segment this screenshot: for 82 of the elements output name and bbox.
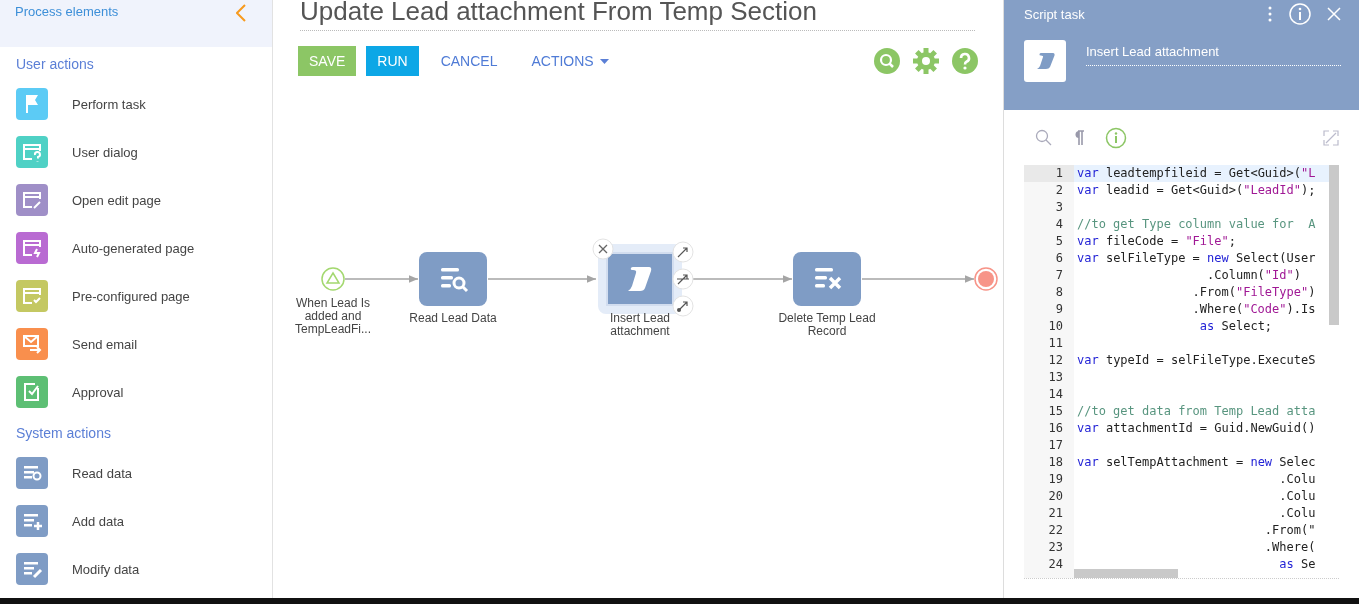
code-line: as Se	[1278, 556, 1317, 573]
element-item[interactable]: Add data	[0, 497, 272, 545]
line-number: 22	[1047, 522, 1064, 539]
code-line: .Where(	[1263, 539, 1317, 556]
element-item[interactable]: Auto-generated page	[0, 224, 272, 272]
close-icon[interactable]	[592, 238, 614, 260]
line-number: 21	[1047, 505, 1064, 522]
code-line: var fileCode = "File";	[1076, 233, 1237, 250]
line-number: 16	[1047, 420, 1064, 437]
line-number: 17	[1047, 437, 1064, 454]
line-number: 19	[1047, 471, 1064, 488]
line-number: 14	[1047, 386, 1064, 403]
line-number: 24	[1047, 556, 1064, 573]
element-item[interactable]: User dialog	[0, 128, 272, 176]
line-number: 8	[1054, 284, 1064, 301]
scroll-icon	[1024, 40, 1066, 82]
code-line: .From("	[1263, 522, 1317, 539]
node-label: Read Lead Data	[408, 312, 498, 325]
expand-icon[interactable]	[1323, 130, 1339, 146]
line-number: 6	[1054, 250, 1064, 267]
toolbar-button[interactable]: CANCEL	[428, 46, 510, 76]
more-icon[interactable]	[1267, 6, 1273, 22]
code-line: .Colu	[1278, 505, 1317, 522]
line-number: 10	[1047, 318, 1064, 335]
start-event-icon[interactable]	[321, 267, 345, 291]
code-line: .Column("Id")	[1206, 267, 1302, 284]
scrollbar[interactable]	[1329, 165, 1339, 325]
collapse-icon[interactable]	[236, 4, 246, 22]
info-icon[interactable]	[1105, 127, 1127, 149]
read-task[interactable]	[419, 252, 487, 306]
scrollbar[interactable]	[1074, 569, 1178, 578]
line-number: 4	[1054, 216, 1064, 233]
pilcrow-icon[interactable]	[1073, 130, 1085, 146]
line-number: 7	[1054, 267, 1064, 284]
node-label: Insert Lead attachment	[608, 312, 671, 338]
line-number: 23	[1047, 539, 1064, 556]
element-item[interactable]: Pre-configured page	[0, 272, 272, 320]
code-line: var typeId = selFileType.ExecuteS	[1076, 352, 1317, 369]
node-label: Delete Temp Lead Record	[777, 312, 877, 338]
element-item[interactable]: Approval	[0, 368, 272, 416]
element-item[interactable]: Perform task	[0, 80, 272, 128]
help-icon[interactable]	[952, 48, 978, 74]
section-heading: System actions	[16, 425, 112, 441]
line-number: 20	[1047, 488, 1064, 505]
node-label: When Lead Is added and TempLeadFi...	[293, 297, 372, 336]
search-icon[interactable]	[1035, 129, 1053, 147]
code-line: .Colu	[1278, 488, 1317, 505]
line-number: 12	[1047, 352, 1064, 369]
line-number: 18	[1047, 454, 1064, 471]
caret-icon	[599, 58, 609, 64]
process-title[interactable]: Update Lead attachment From Temp Section	[300, 0, 975, 31]
panel-title: Script task	[1024, 6, 1086, 22]
line-number: 3	[1054, 199, 1064, 216]
code-line: .Where("Code").Is	[1191, 301, 1317, 318]
line-number: 13	[1047, 369, 1064, 386]
line-number: 11	[1047, 335, 1064, 352]
code-line: var selTempAttachment = new Selec	[1076, 454, 1317, 471]
section-heading: User actions	[16, 56, 95, 72]
code-line: //to get data from Temp Lead atta	[1076, 403, 1317, 420]
element-item[interactable]: Modify data	[0, 545, 272, 593]
line-number: 1	[1024, 165, 1074, 182]
code-line: as Select;	[1198, 318, 1274, 335]
end-event-icon[interactable]	[974, 267, 998, 291]
code-line: var leadid = Get<Guid>("LeadId");	[1076, 182, 1317, 199]
element-item[interactable]: Send email	[0, 320, 272, 368]
code-editor[interactable]	[1024, 165, 1339, 579]
element-item[interactable]: Read data	[0, 449, 272, 497]
line-number: 5	[1054, 233, 1064, 250]
element-item[interactable]: Open edit page	[0, 176, 272, 224]
search-icon[interactable]	[874, 48, 900, 74]
actions-menu[interactable]: ACTIONS	[519, 46, 621, 76]
code-line: .Colu	[1278, 471, 1317, 488]
line-number: 9	[1054, 301, 1064, 318]
sidebar-title: Process elements	[15, 4, 119, 19]
code-line: //to get Type column value for A	[1076, 216, 1317, 233]
code-line: var attachmentId = Guid.NewGuid()	[1076, 420, 1317, 437]
code-line: .From("FileType")	[1191, 284, 1317, 301]
settings-icon[interactable]	[912, 47, 940, 75]
line-number: 2	[1054, 182, 1064, 199]
line-number: 15	[1047, 403, 1064, 420]
delete-task[interactable]	[793, 252, 861, 306]
code-line: var selFileType = new Select(User	[1076, 250, 1317, 267]
